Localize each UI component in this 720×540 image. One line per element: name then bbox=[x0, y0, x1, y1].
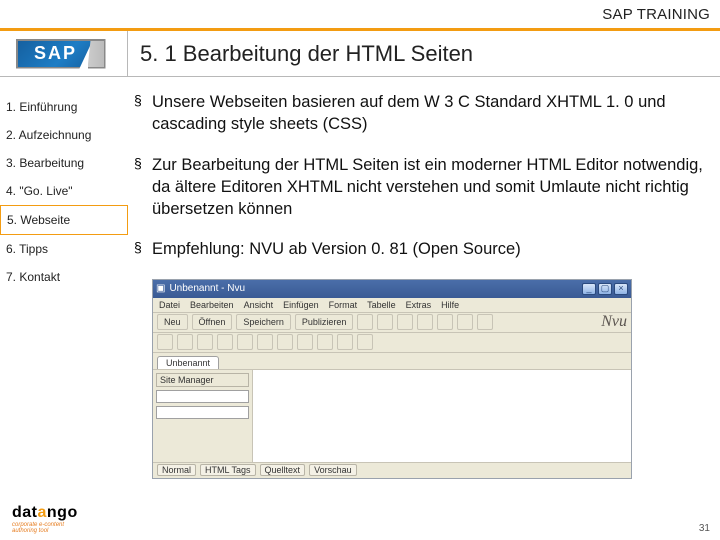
format-icon[interactable] bbox=[157, 334, 173, 350]
mode-preview-button[interactable]: Vorschau bbox=[309, 464, 357, 476]
close-icon[interactable]: × bbox=[614, 283, 628, 295]
sidebar-item-3[interactable]: 3. Bearbeitung bbox=[0, 149, 128, 177]
menu-edit[interactable]: Bearbeiten bbox=[190, 300, 234, 310]
sidebar: 1. Einführung 2. Aufzeichnung 3. Bearbei… bbox=[0, 77, 128, 540]
editor-statusbar: Normal HTML Tags Quelltext Vorschau bbox=[153, 462, 631, 478]
toolbar-icon[interactable] bbox=[417, 314, 433, 330]
format-icon[interactable] bbox=[277, 334, 293, 350]
datango-logo: datango corporate e-content authoring to… bbox=[12, 504, 102, 534]
side-panel-title: Site Manager bbox=[156, 373, 249, 387]
logo-part-1: dat bbox=[12, 504, 38, 521]
editor-titlebar: ▣ Unbenannt - Nvu _ ▢ × bbox=[153, 280, 631, 298]
format-icon[interactable] bbox=[317, 334, 333, 350]
menu-view[interactable]: Ansicht bbox=[244, 300, 274, 310]
side-panel-input[interactable] bbox=[156, 390, 249, 403]
bullet-3-text: Empfehlung: NVU ab Version 0. 81 (Open S… bbox=[152, 238, 521, 260]
format-icon[interactable] bbox=[357, 334, 373, 350]
format-icon[interactable] bbox=[177, 334, 193, 350]
editor-toolbar-main: Neu Öffnen Speichern Publizieren Nvu bbox=[153, 313, 631, 333]
toolbar-icon[interactable] bbox=[357, 314, 373, 330]
app-title: SAP TRAINING bbox=[602, 6, 710, 23]
toolbar-icon[interactable] bbox=[477, 314, 493, 330]
editor-tab[interactable]: Unbenannt bbox=[157, 356, 219, 369]
format-icon[interactable] bbox=[217, 334, 233, 350]
format-icon[interactable] bbox=[237, 334, 253, 350]
format-icon[interactable] bbox=[197, 334, 213, 350]
sidebar-item-4[interactable]: 4. "Go. Live" bbox=[0, 177, 128, 205]
page-title: 5. 1 Bearbeitung der HTML Seiten bbox=[140, 41, 473, 67]
bullet-1: § Unsere Webseiten basieren auf dem W 3 … bbox=[134, 91, 704, 136]
nvu-brand-icon: Nvu bbox=[601, 313, 627, 331]
editor-side-panel: Site Manager bbox=[153, 370, 253, 462]
menu-file[interactable]: Datei bbox=[159, 300, 180, 310]
toolbar-icon[interactable] bbox=[457, 314, 473, 330]
logo-part-3: ngo bbox=[47, 504, 78, 521]
toolbar-icon[interactable] bbox=[397, 314, 413, 330]
sidebar-item-6[interactable]: 6. Tipps bbox=[0, 235, 128, 263]
toolbar-new-button[interactable]: Neu bbox=[157, 314, 188, 330]
side-panel-input[interactable] bbox=[156, 406, 249, 419]
editor-title: Unbenannt - Nvu bbox=[169, 283, 245, 294]
content-area: § Unsere Webseiten basieren auf dem W 3 … bbox=[128, 77, 720, 540]
bullet-icon: § bbox=[134, 91, 152, 136]
sidebar-item-2[interactable]: 2. Aufzeichnung bbox=[0, 121, 128, 149]
bullet-3: § Empfehlung: NVU ab Version 0. 81 (Open… bbox=[134, 238, 704, 260]
editor-canvas[interactable] bbox=[253, 370, 631, 462]
format-icon[interactable] bbox=[257, 334, 273, 350]
bullet-1-text: Unsere Webseiten basieren auf dem W 3 C … bbox=[152, 91, 704, 136]
menu-tools[interactable]: Extras bbox=[406, 300, 432, 310]
sidebar-item-7[interactable]: 7. Kontakt bbox=[0, 263, 128, 291]
logo-part-2: a bbox=[38, 504, 47, 521]
header-row: SAP 5. 1 Bearbeitung der HTML Seiten bbox=[0, 31, 720, 77]
editor-toolbar-format bbox=[153, 333, 631, 353]
menu-format[interactable]: Format bbox=[329, 300, 358, 310]
mode-normal-button[interactable]: Normal bbox=[157, 464, 196, 476]
bullet-2-text: Zur Bearbeitung der HTML Seiten ist ein … bbox=[152, 154, 704, 221]
menu-table[interactable]: Tabelle bbox=[367, 300, 396, 310]
mode-htmltags-button[interactable]: HTML Tags bbox=[200, 464, 256, 476]
toolbar-save-button[interactable]: Speichern bbox=[236, 314, 291, 330]
minimize-icon[interactable]: _ bbox=[582, 283, 596, 295]
editor-app-icon: ▣ bbox=[156, 283, 165, 294]
logo-tagline-2: authoring tool bbox=[12, 528, 102, 534]
toolbar-icon[interactable] bbox=[377, 314, 393, 330]
bullet-icon: § bbox=[134, 238, 152, 260]
menu-help[interactable]: Hilfe bbox=[441, 300, 459, 310]
editor-menubar: Datei Bearbeiten Ansicht Einfügen Format… bbox=[153, 298, 631, 313]
sidebar-item-1[interactable]: 1. Einführung bbox=[0, 93, 128, 121]
mode-source-button[interactable]: Quelltext bbox=[260, 464, 306, 476]
toolbar-icon[interactable] bbox=[437, 314, 453, 330]
page-number: 31 bbox=[699, 523, 710, 534]
sidebar-item-5[interactable]: 5. Webseite bbox=[0, 205, 128, 235]
format-icon[interactable] bbox=[297, 334, 313, 350]
format-icon[interactable] bbox=[337, 334, 353, 350]
maximize-icon[interactable]: ▢ bbox=[598, 283, 612, 295]
bullet-icon: § bbox=[134, 154, 152, 221]
toolbar-open-button[interactable]: Öffnen bbox=[192, 314, 233, 330]
menu-insert[interactable]: Einfügen bbox=[283, 300, 319, 310]
sap-logo-text: SAP bbox=[16, 39, 94, 69]
nvu-editor-screenshot: ▣ Unbenannt - Nvu _ ▢ × Datei Bearbeiten… bbox=[152, 279, 632, 479]
top-bar: SAP TRAINING bbox=[0, 0, 720, 28]
bullet-2: § Zur Bearbeitung der HTML Seiten ist ei… bbox=[134, 154, 704, 221]
sap-logo: SAP bbox=[0, 31, 128, 76]
editor-doc-tabs: Unbenannt bbox=[153, 353, 631, 370]
toolbar-publish-button[interactable]: Publizieren bbox=[295, 314, 354, 330]
